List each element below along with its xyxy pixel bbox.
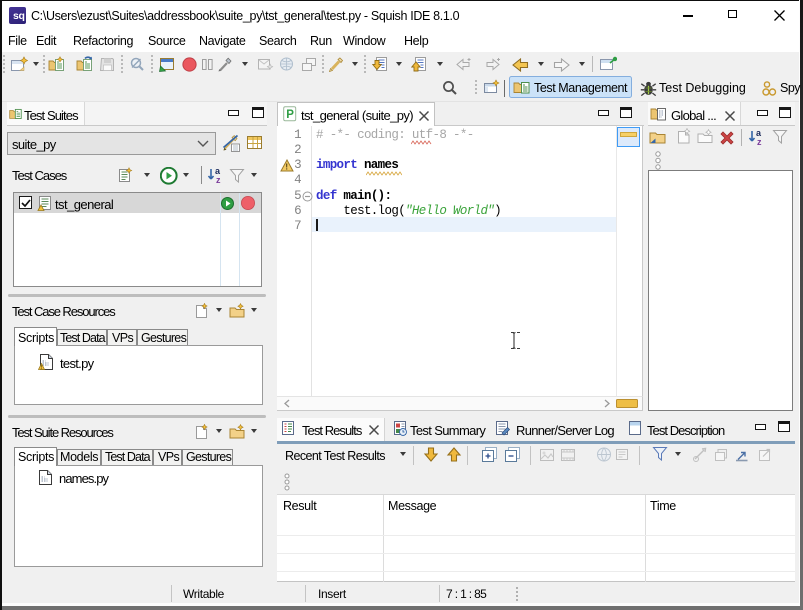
svg-text:z: z: [216, 175, 221, 185]
svg-text:!: !: [40, 365, 42, 371]
svg-text:P: P: [286, 109, 294, 121]
svg-text:z: z: [757, 137, 762, 147]
svg-text:!: !: [285, 163, 288, 172]
